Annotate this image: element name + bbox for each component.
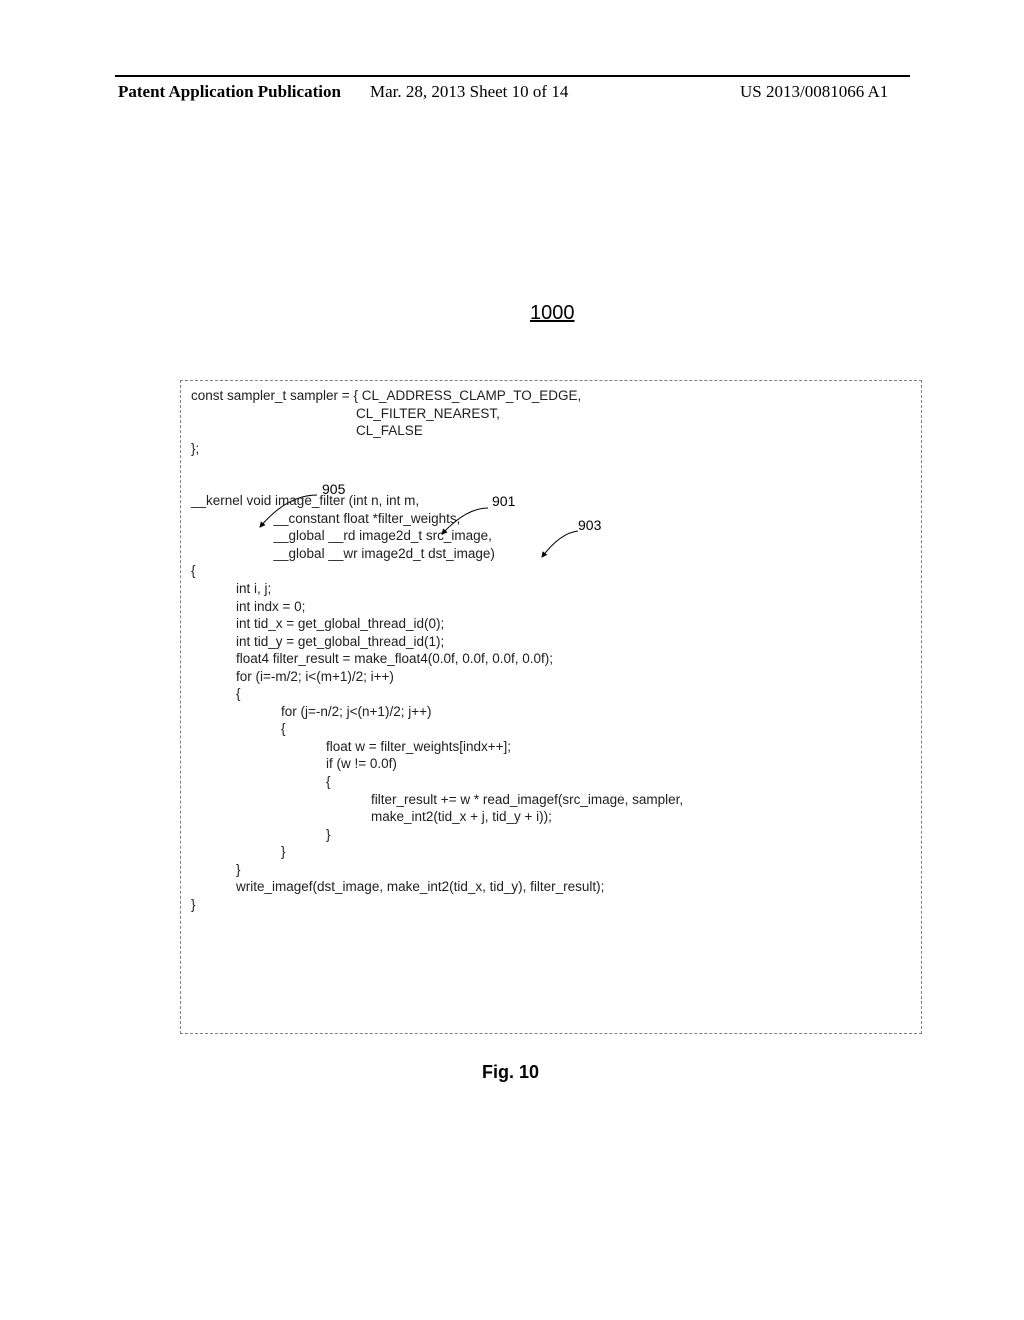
header-left: Patent Application Publication — [118, 82, 341, 102]
code-line: __kernel void image_filter (int n, int m… — [191, 493, 419, 508]
code-line: int tid_x = get_global_thread_id(0); — [191, 616, 444, 631]
code-line: } — [191, 844, 286, 859]
page: Patent Application Publication Mar. 28, … — [0, 0, 1024, 1320]
code-line: int i, j; — [191, 581, 271, 596]
code-line: write_imagef(dst_image, make_int2(tid_x,… — [191, 879, 604, 894]
header-middle: Mar. 28, 2013 Sheet 10 of 14 — [370, 82, 568, 102]
code-line: __global __wr image2d_t dst_image) — [191, 546, 495, 561]
figure-number: 1000 — [530, 302, 575, 325]
header-rule — [115, 75, 910, 77]
code-line: __global __rd image2d_t src_image, — [191, 528, 492, 543]
code-line: make_int2(tid_x + j, tid_y + i)); — [191, 809, 552, 824]
code-line: { — [191, 686, 241, 701]
code-line: float w = filter_weights[indx++]; — [191, 739, 511, 754]
code-line: { — [191, 774, 331, 789]
code-line: } — [191, 897, 196, 912]
code-line: }; — [191, 441, 199, 456]
code-line: for (j=-n/2; j<(n+1)/2; j++) — [191, 704, 431, 719]
code-line: { — [191, 721, 286, 736]
code-line: CL_FALSE — [191, 423, 423, 438]
code-line: { — [191, 563, 196, 578]
code-line: int tid_y = get_global_thread_id(1); — [191, 634, 444, 649]
code-line: CL_FILTER_NEAREST, — [191, 406, 500, 421]
code-line: const sampler_t sampler = { CL_ADDRESS_C… — [191, 388, 581, 403]
code-line: int indx = 0; — [191, 599, 305, 614]
code-listing: const sampler_t sampler = { CL_ADDRESS_C… — [180, 380, 922, 1034]
code-line: } — [191, 827, 331, 842]
code-line: if (w != 0.0f) — [191, 756, 397, 771]
code-line: filter_result += w * read_imagef(src_ima… — [191, 792, 683, 807]
code-line: __constant float *filter_weights, — [191, 511, 460, 526]
figure-caption: Fig. 10 — [482, 1062, 539, 1083]
code-line: for (i=-m/2; i<(m+1)/2; i++) — [191, 669, 394, 684]
code-line: float4 filter_result = make_float4(0.0f,… — [191, 651, 553, 666]
header-right: US 2013/0081066 A1 — [740, 82, 888, 102]
code-line: } — [191, 862, 241, 877]
